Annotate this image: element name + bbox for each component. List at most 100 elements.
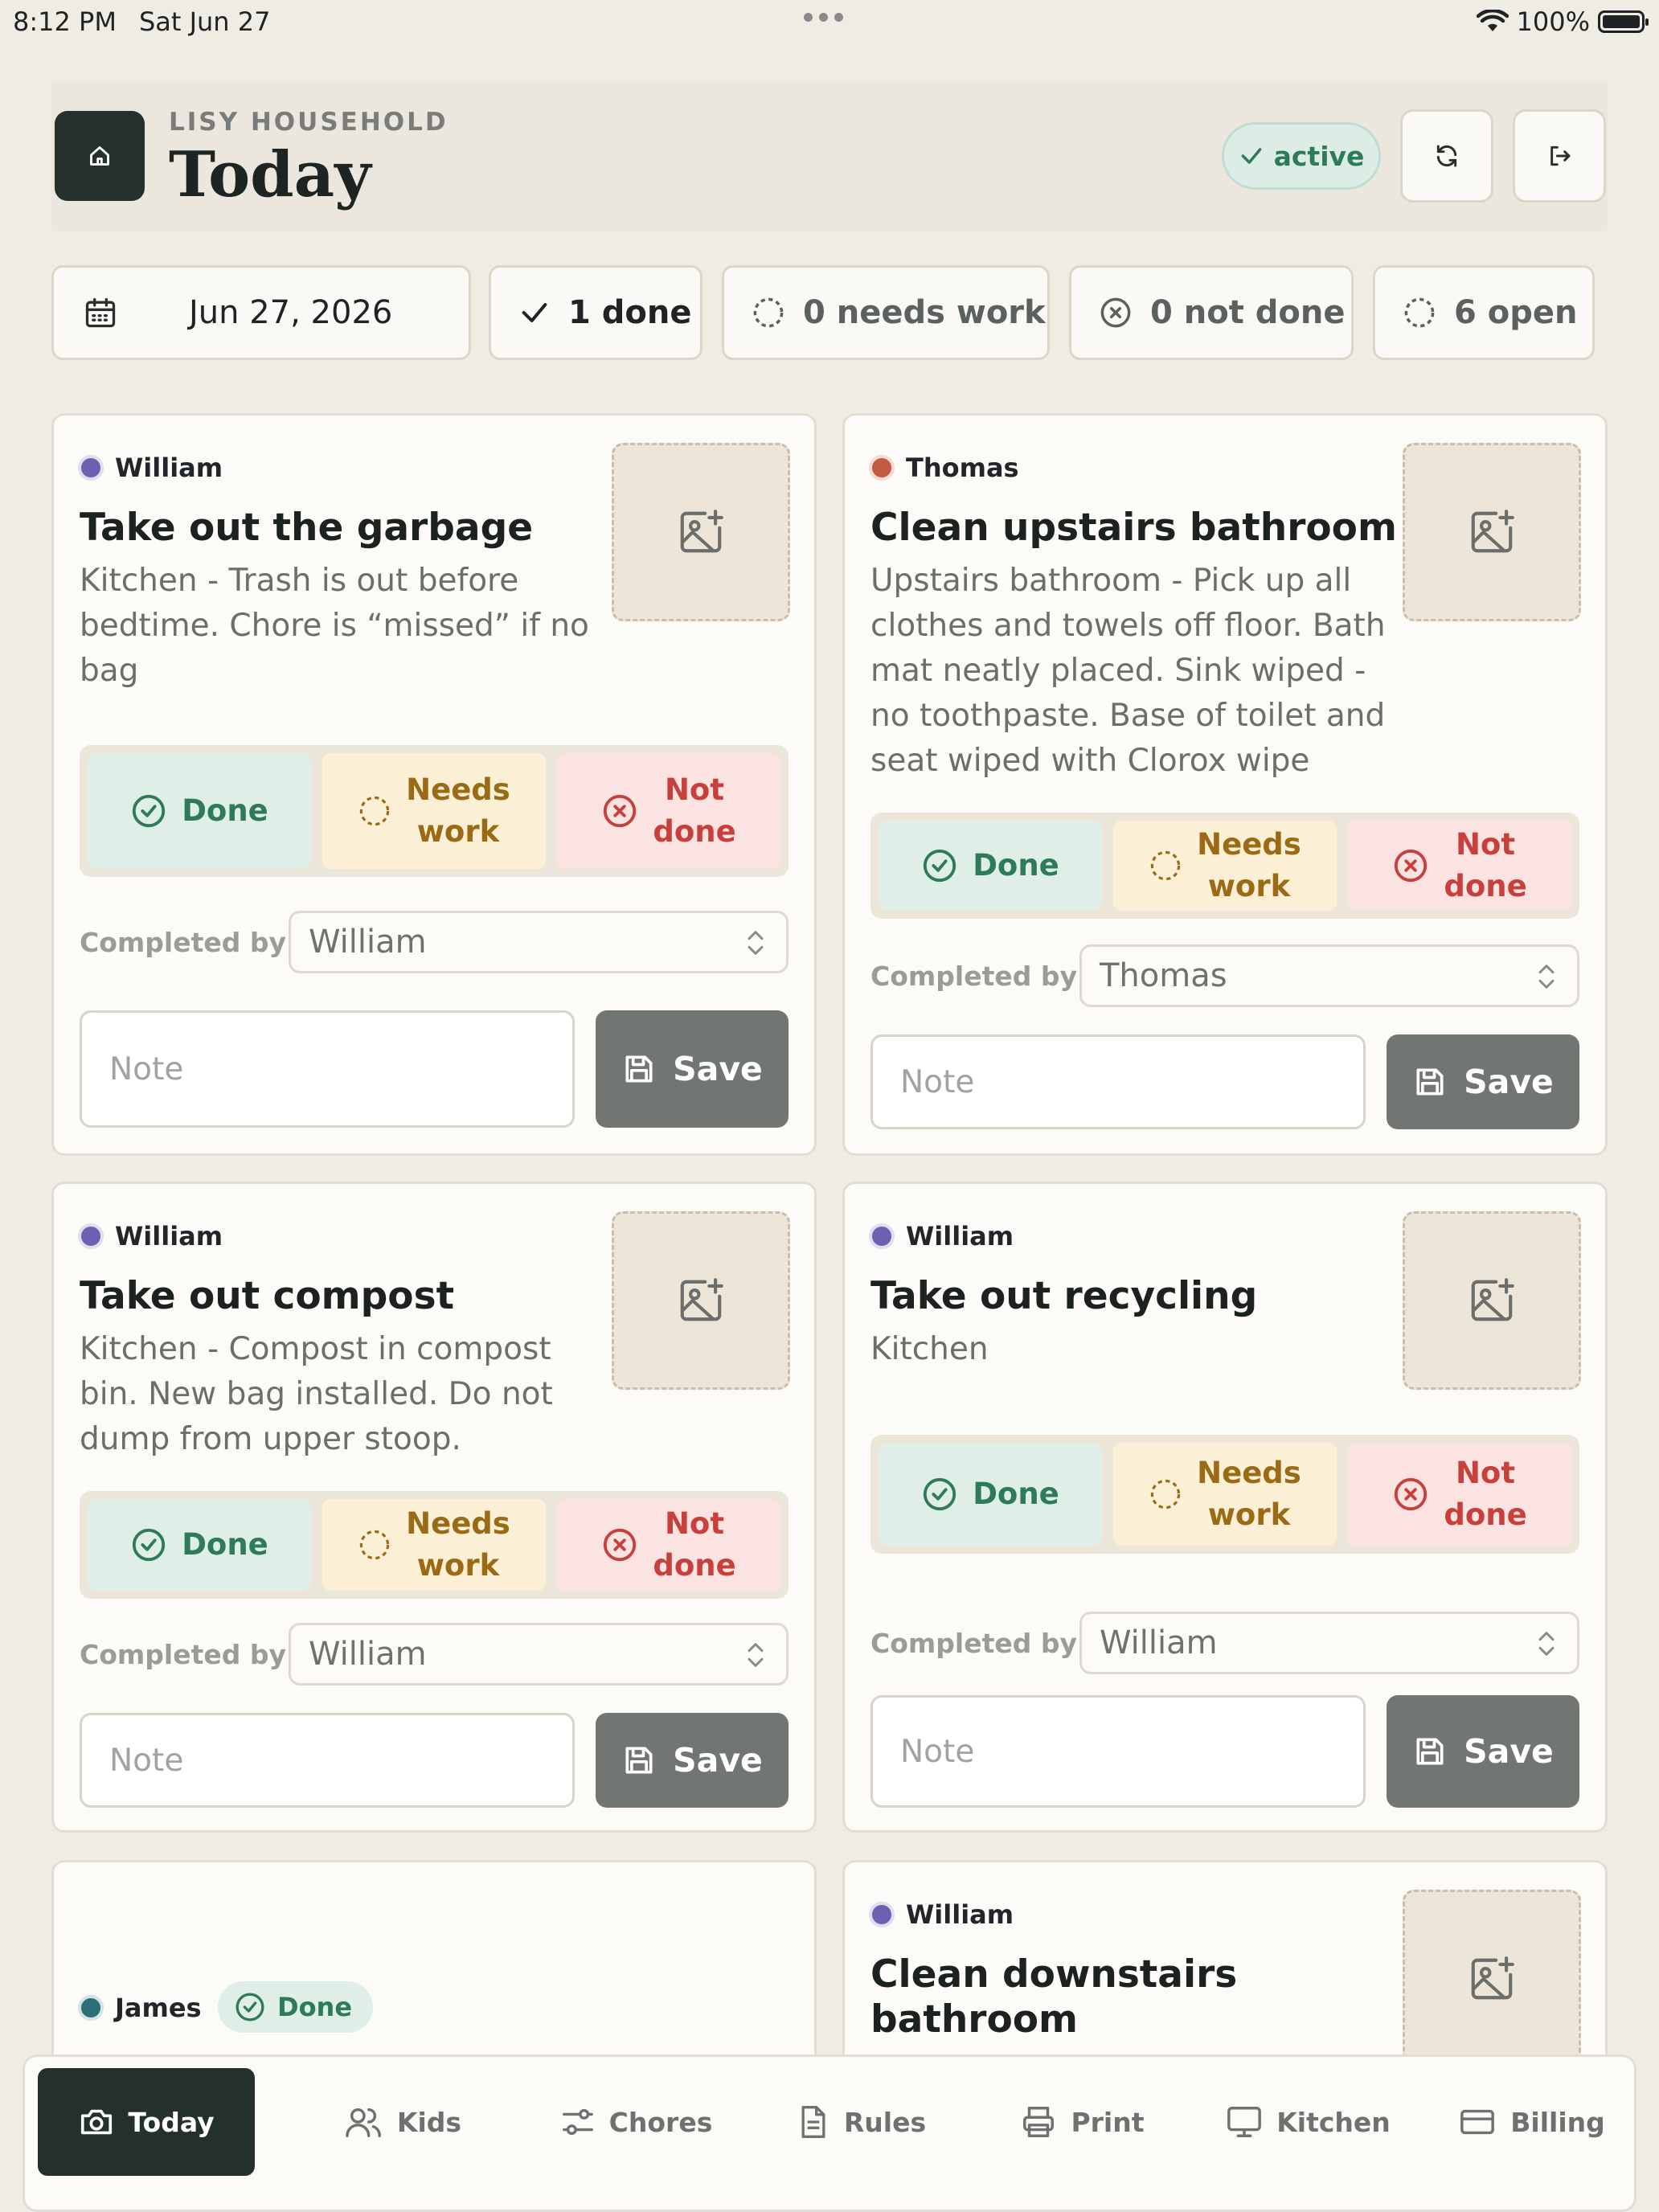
tab-rules[interactable]: Rules	[764, 2068, 957, 2176]
tab-chores[interactable]: Chores	[523, 2068, 748, 2176]
status-date: Sat Jun 27	[138, 6, 271, 37]
note-input[interactable]: Note	[80, 1010, 575, 1128]
x-circle-icon	[1395, 849, 1428, 883]
owner-color-dot	[78, 1995, 104, 2021]
calendar-icon	[85, 297, 116, 328]
filter-needs-work[interactable]: 0 needs work	[722, 265, 1050, 360]
dashed-circle-icon	[1150, 850, 1181, 881]
chore-owner: James	[78, 1993, 202, 2023]
add-image-icon	[1471, 1278, 1514, 1321]
status-time: 8:12 PM	[13, 6, 117, 37]
x-circle-icon	[604, 1528, 637, 1562]
status-not-done-option[interactable]: Not done	[1348, 821, 1571, 911]
dashed-circle-icon	[753, 297, 784, 328]
check-circle-icon	[133, 1528, 166, 1562]
owner-color-dot	[78, 1223, 104, 1249]
status-segmented-control: Done Needs work Not done	[870, 813, 1579, 919]
camera-icon	[81, 2109, 113, 2135]
tab-kids[interactable]: Kids	[306, 2068, 499, 2176]
note-input[interactable]: Note	[870, 1034, 1366, 1129]
completed-by-select[interactable]: William	[289, 911, 789, 973]
owner-color-dot	[78, 455, 104, 481]
add-image-icon	[680, 1278, 723, 1321]
filter-done[interactable]: 1 done	[489, 265, 703, 360]
chevron-up-down-icon	[1538, 1632, 1555, 1656]
logout-icon	[1550, 145, 1571, 166]
tab-billing[interactable]: Billing	[1436, 2068, 1626, 2176]
status-needs-work-option[interactable]: Needs work	[1113, 821, 1337, 911]
status-done-option[interactable]: Done	[88, 1499, 311, 1591]
add-photo-button[interactable]	[612, 443, 790, 621]
chore-description: Kitchen - Trash is out before bedtime. C…	[80, 563, 589, 689]
x-circle-icon	[1100, 297, 1131, 328]
chore-owner: William	[869, 1221, 1014, 1251]
note-input[interactable]: Note	[870, 1695, 1366, 1808]
tab-today[interactable]: Today	[38, 2068, 255, 2176]
save-icon	[625, 1747, 653, 1774]
status-needs-work-option[interactable]: Needs work	[1113, 1443, 1337, 1546]
owner-color-dot	[869, 1902, 895, 1927]
battery-icon	[1598, 10, 1649, 33]
dashed-circle-icon	[1150, 1479, 1181, 1509]
save-icon	[1416, 1738, 1444, 1765]
x-circle-icon	[604, 794, 637, 828]
owner-color-dot	[869, 455, 895, 481]
save-button[interactable]: Save	[1387, 1034, 1579, 1129]
tab-kitchen[interactable]: Kitchen	[1203, 2068, 1412, 2176]
status-not-done-option[interactable]: Not done	[1348, 1443, 1571, 1546]
chore-description: Upstairs bathroom - Pick up all clothes …	[870, 563, 1386, 779]
status-done-option[interactable]: Done	[879, 1443, 1102, 1546]
status-not-done-option[interactable]: Not done	[557, 1499, 780, 1591]
refresh-icon	[1436, 145, 1457, 167]
status-done-option[interactable]: Done	[88, 753, 311, 869]
logout-button[interactable]	[1513, 109, 1606, 203]
status-not-done-option[interactable]: Not done	[557, 753, 780, 869]
save-button[interactable]: Save	[596, 1713, 789, 1808]
note-input[interactable]: Note	[80, 1713, 575, 1808]
completed-by-label: Completed by	[80, 1639, 286, 1670]
save-button[interactable]: Save	[1387, 1695, 1579, 1808]
tab-print[interactable]: Print	[989, 2068, 1174, 2176]
add-photo-button[interactable]	[1403, 1211, 1581, 1390]
save-button[interactable]: Save	[596, 1010, 789, 1128]
status-segmented-control: Done Needs work Not done	[80, 745, 789, 877]
home-button[interactable]	[55, 111, 145, 201]
status-needs-work-option[interactable]: Needs work	[322, 1499, 546, 1591]
completed-by-select[interactable]: William	[289, 1623, 789, 1686]
add-image-icon	[1471, 510, 1514, 553]
completed-by-label: Completed by	[870, 961, 1077, 992]
chore-description: Kitchen - Compost in compost bin. New ba…	[80, 1331, 553, 1457]
add-photo-button[interactable]	[612, 1211, 790, 1390]
chevron-up-down-icon	[748, 931, 764, 955]
chevron-up-down-icon	[1538, 965, 1555, 989]
completed-by-label: Completed by	[870, 1628, 1077, 1659]
wifi-icon	[1476, 10, 1509, 31]
filter-open[interactable]: 6 open	[1373, 265, 1595, 360]
add-photo-button[interactable]	[1403, 443, 1581, 621]
chore-card: William Take out compost Kitchen - Compo…	[51, 1182, 817, 1833]
multitask-dots-icon[interactable]	[804, 13, 843, 22]
dashed-circle-icon	[359, 796, 390, 826]
status-badge: Done	[218, 1981, 374, 2033]
save-icon	[625, 1055, 653, 1083]
completed-by-select[interactable]: Thomas	[1079, 944, 1579, 1007]
completed-by-select[interactable]: William	[1079, 1612, 1579, 1674]
home-icon	[90, 146, 109, 166]
chore-owner: William	[78, 1221, 223, 1251]
status-done-option[interactable]: Done	[879, 821, 1102, 911]
date-picker[interactable]: Jun 27, 2026	[51, 265, 471, 360]
chore-owner: Thomas	[869, 453, 1019, 483]
add-photo-button[interactable]	[1403, 1890, 1581, 2068]
check-circle-icon	[133, 794, 166, 828]
status-needs-work-option[interactable]: Needs work	[322, 753, 546, 869]
credit-card-icon	[1460, 2109, 1495, 2135]
document-icon	[801, 2106, 825, 2138]
selected-date: Jun 27, 2026	[189, 294, 393, 331]
chore-title: Clean upstairs bathroom	[870, 506, 1397, 550]
status-segmented-control: Done Needs work Not done	[870, 1435, 1579, 1554]
refresh-button[interactable]	[1400, 109, 1493, 203]
chore-card: William Take out the garbage Kitchen - T…	[51, 413, 817, 1156]
filter-not-done[interactable]: 0 not done	[1069, 265, 1354, 360]
check-icon	[1241, 148, 1261, 164]
active-status-badge: active	[1222, 122, 1381, 190]
